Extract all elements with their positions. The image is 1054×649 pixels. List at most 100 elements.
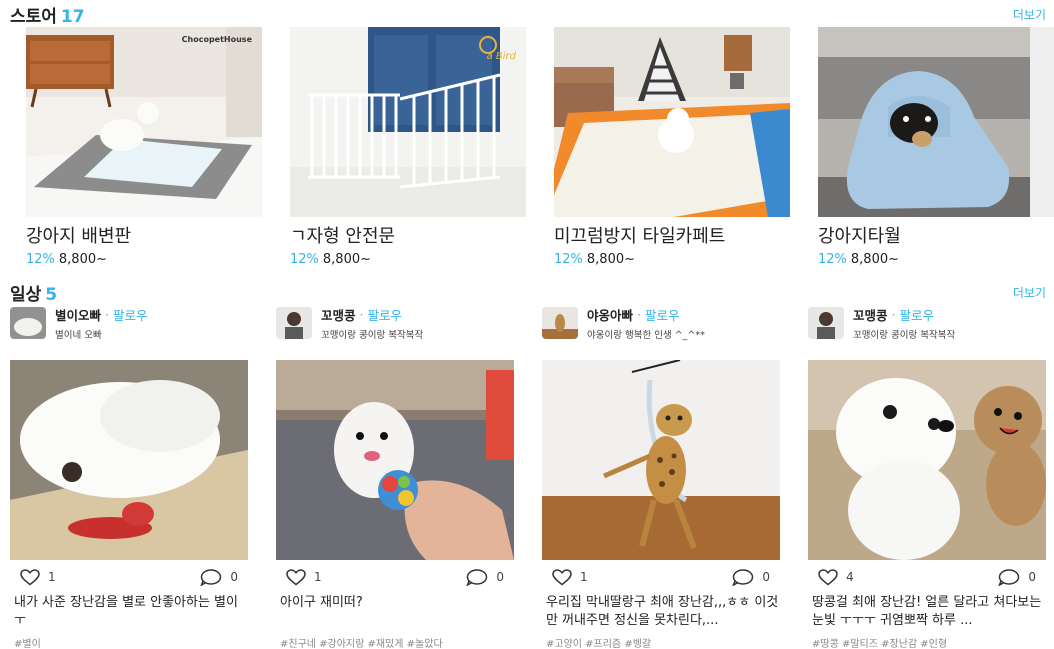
follow-button[interactable]: 팔로우 bbox=[645, 305, 680, 324]
pomeranian-toy-photo bbox=[276, 360, 514, 560]
follow-button[interactable]: 팔로우 bbox=[368, 305, 403, 324]
daily-section-header: 일상 5 더보기 bbox=[10, 280, 1046, 305]
comment-button[interactable]: 0 bbox=[998, 568, 1036, 586]
store-item-name[interactable]: 강아지 배변판 bbox=[26, 222, 262, 248]
store-brand-label: a Bird bbox=[486, 51, 516, 62]
post-actions: 4 0 bbox=[808, 568, 1046, 586]
store-count: 17 bbox=[60, 7, 85, 27]
author-bio: 꼬맹이랑 콩이랑 복작복작 bbox=[321, 330, 424, 341]
author-name[interactable]: 야옹아빠 bbox=[587, 305, 633, 324]
like-button[interactable]: 1 bbox=[552, 568, 588, 586]
avatar[interactable] bbox=[10, 307, 46, 339]
avatar[interactable] bbox=[276, 307, 312, 339]
comment-count: 0 bbox=[762, 570, 770, 584]
post-text[interactable]: 땅콩걸 최애 장난감! 얼른 달라고 쳐다보는 눈빛 ㅜㅜㅜ 귀염뽀짝 하루 .… bbox=[808, 594, 1046, 630]
feed-post[interactable]: 야옹아빠 · 팔로우 야옹이랑 행복한 인생 ^_^** 1 0 우리집 막내딸… bbox=[542, 306, 780, 649]
follow-separator: · bbox=[891, 307, 896, 322]
heart-icon bbox=[552, 568, 572, 585]
heart-icon bbox=[818, 568, 838, 585]
post-text[interactable]: 아이구 재미떠? bbox=[276, 594, 514, 630]
comment-button[interactable]: 0 bbox=[732, 568, 770, 586]
post-tags[interactable]: #고양이 #프리즘 #벵갈 bbox=[542, 635, 780, 649]
store-title: 스토어 bbox=[10, 7, 57, 27]
follow-button[interactable]: 팔로우 bbox=[113, 305, 148, 324]
store-item[interactable]: 강아지타월 12% 8,800~ bbox=[818, 27, 1054, 267]
comment-icon bbox=[200, 568, 222, 586]
store-item-name[interactable]: 미끄럼방지 타일카페트 bbox=[554, 222, 790, 248]
store-item-price: 12% 8,800~ bbox=[290, 252, 526, 267]
author-name[interactable]: 별이오빠 bbox=[55, 305, 101, 324]
post-author: 꼬맹콩 · 팔로우 꼬맹이랑 콩이랑 복작복작 bbox=[808, 305, 1046, 341]
bengal-cat-photo bbox=[542, 360, 780, 560]
author-info: 야옹아빠 · 팔로우 야옹이랑 행복한 인생 ^_^** bbox=[587, 305, 705, 341]
store-item-image[interactable] bbox=[818, 27, 1054, 217]
feed-post[interactable]: 별이오빠 · 팔로우 별이네 오빠 1 0 내가 사준 장난감을 별로 안좋아하… bbox=[10, 306, 248, 649]
dog-towel-photo bbox=[818, 27, 1030, 217]
post-image[interactable] bbox=[542, 360, 780, 560]
like-count: 1 bbox=[314, 570, 322, 584]
post-tags[interactable]: #친구네 #강아지랑 #재밌게 #놀았다 bbox=[276, 635, 514, 649]
store-grid: ChocopetHouse 강아지 배변판 12% 8,800~ a Bird … bbox=[26, 27, 1054, 267]
author-name[interactable]: 꼬맹콩 bbox=[853, 305, 888, 324]
author-bio: 별이네 오빠 bbox=[55, 330, 102, 341]
like-count: 4 bbox=[846, 570, 854, 584]
post-tags[interactable]: #별이 bbox=[10, 635, 248, 649]
post-text[interactable]: 우리집 막내딸랑구 최애 장난감,,,ㅎㅎ 이것만 꺼내주면 정신을 못차린다,… bbox=[542, 594, 780, 630]
store-item-discount: 12% bbox=[554, 252, 583, 267]
like-button[interactable]: 1 bbox=[286, 568, 322, 586]
store-item[interactable]: ChocopetHouse 강아지 배변판 12% 8,800~ bbox=[26, 27, 262, 267]
post-text[interactable]: 내가 사준 장난감을 별로 안좋아하는 별이 ㅜ bbox=[10, 594, 248, 630]
like-button[interactable]: 1 bbox=[20, 568, 56, 586]
store-item-amount: 8,800~ bbox=[58, 252, 108, 267]
comment-button[interactable]: 0 bbox=[466, 568, 504, 586]
post-author: 꼬맹콩 · 팔로우 꼬맹이랑 콩이랑 복작복작 bbox=[276, 305, 514, 341]
daily-title: 일상 bbox=[10, 285, 42, 305]
follow-separator: · bbox=[637, 307, 641, 322]
author-bio: 야옹이랑 행복한 인생 ^_^** bbox=[587, 330, 705, 341]
comment-count: 0 bbox=[1028, 570, 1036, 584]
feed-post[interactable]: 꼬맹콩 · 팔로우 꼬맹이랑 콩이랑 복작복작 bbox=[276, 306, 514, 649]
post-image[interactable] bbox=[10, 360, 248, 560]
post-image[interactable] bbox=[808, 360, 1046, 560]
author-name[interactable]: 꼬맹콩 bbox=[321, 305, 356, 324]
author-info: 별이오빠 · 팔로우 별이네 오빠 bbox=[55, 305, 148, 341]
store-item[interactable]: 미끄럼방지 타일카페트 12% 8,800~ bbox=[554, 27, 790, 267]
store-item[interactable]: a Bird ㄱ자형 안전문 12% 8,800~ bbox=[290, 27, 526, 267]
daily-count: 5 bbox=[45, 285, 58, 305]
daily-more-link[interactable]: 더보기 bbox=[1013, 284, 1046, 301]
store-item-amount: 8,800~ bbox=[586, 252, 636, 267]
avatar[interactable] bbox=[808, 307, 844, 339]
follow-separator: · bbox=[105, 307, 109, 322]
store-item-name[interactable]: 강아지타월 bbox=[818, 222, 1054, 248]
store-item-discount: 12% bbox=[26, 252, 55, 267]
comment-count: 0 bbox=[230, 570, 238, 584]
store-item-image[interactable] bbox=[554, 27, 790, 217]
post-image[interactable] bbox=[276, 360, 514, 560]
follow-button[interactable]: 팔로우 bbox=[900, 305, 935, 324]
avatar[interactable] bbox=[542, 307, 578, 339]
store-brand-label: ChocopetHouse bbox=[181, 35, 252, 44]
store-item-amount: 8,800~ bbox=[850, 252, 900, 267]
store-item-image[interactable]: a Bird bbox=[290, 27, 526, 217]
like-button[interactable]: 4 bbox=[818, 568, 854, 586]
store-section-header: 스토어 17 더보기 bbox=[10, 2, 1046, 27]
comment-icon bbox=[998, 568, 1020, 586]
pee-pad-photo bbox=[26, 27, 262, 217]
feed-post[interactable]: 꼬맹콩 · 팔로우 꼬맹이랑 콩이랑 복작복작 bbox=[808, 306, 1046, 649]
store-item-discount: 12% bbox=[290, 252, 319, 267]
comment-icon bbox=[732, 568, 754, 586]
store-section-title: 스토어 17 bbox=[10, 2, 85, 27]
post-author: 야옹아빠 · 팔로우 야옹이랑 행복한 인생 ^_^** bbox=[542, 305, 780, 341]
store-item-name[interactable]: ㄱ자형 안전문 bbox=[290, 222, 526, 248]
post-tags[interactable]: #땅콩 #말티즈 #장난감 #인형 bbox=[808, 635, 1046, 649]
store-item-price: 12% 8,800~ bbox=[26, 252, 262, 267]
author-bio: 꼬맹이랑 콩이랑 복작복작 bbox=[853, 330, 956, 341]
store-more-link[interactable]: 더보기 bbox=[1013, 6, 1046, 23]
comment-icon bbox=[466, 568, 488, 586]
post-actions: 1 0 bbox=[276, 568, 514, 586]
author-info: 꼬맹콩 · 팔로우 꼬맹이랑 콩이랑 복작복작 bbox=[853, 305, 955, 341]
comment-button[interactable]: 0 bbox=[200, 568, 238, 586]
store-item-image[interactable]: ChocopetHouse bbox=[26, 27, 262, 217]
store-item-amount: 8,800~ bbox=[322, 252, 372, 267]
like-count: 1 bbox=[580, 570, 588, 584]
